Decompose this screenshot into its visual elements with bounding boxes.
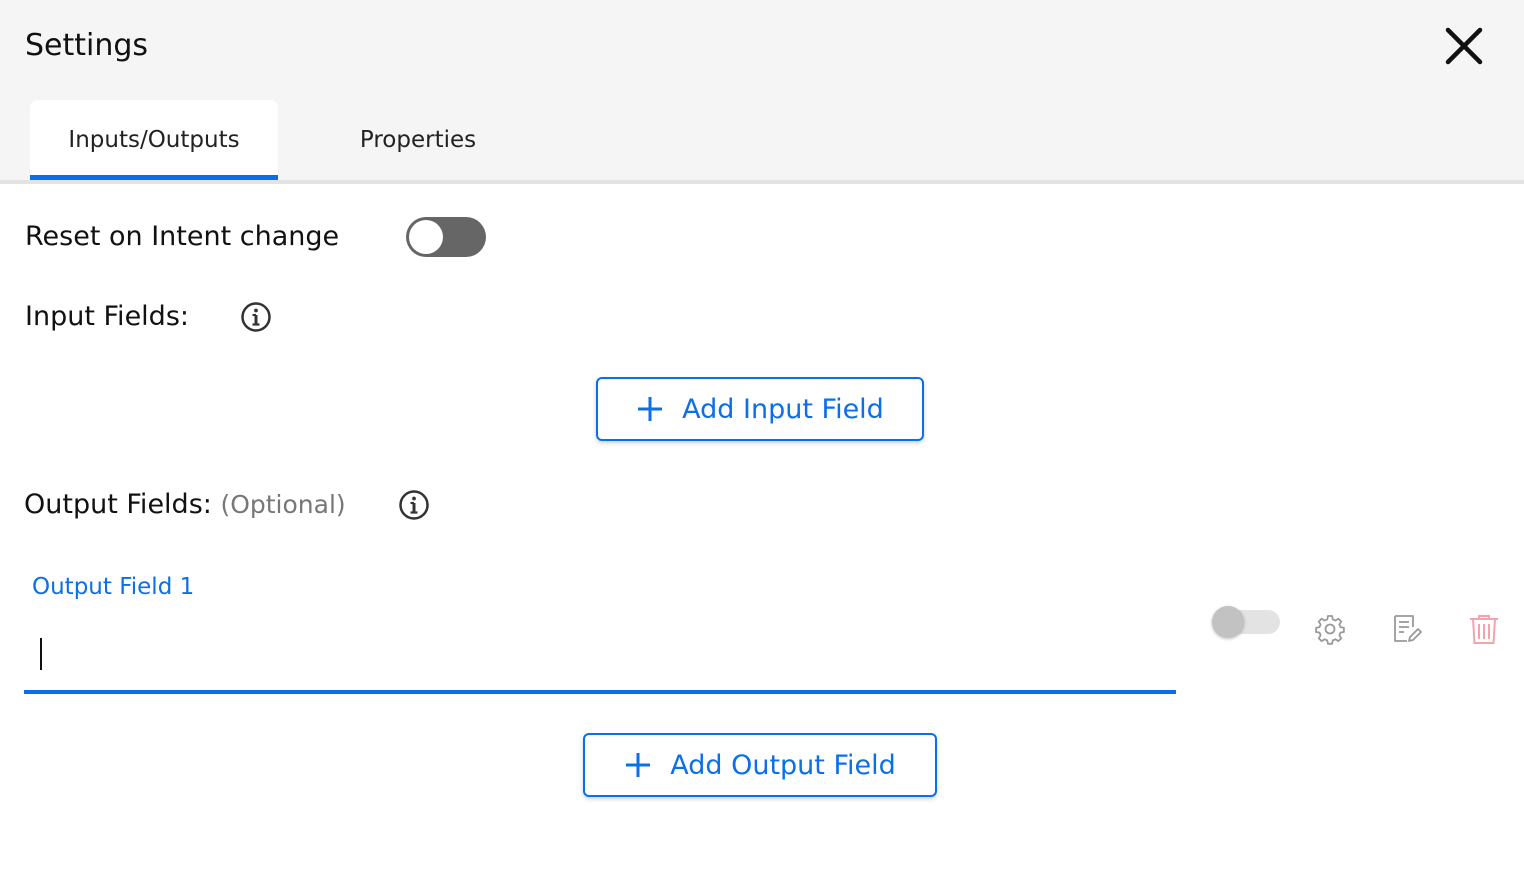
info-icon[interactable] [240,301,272,333]
tab-inputs-outputs[interactable]: Inputs/Outputs [30,100,278,180]
output-field-input[interactable] [24,618,1176,694]
output-fields-label: Output Fields: [24,489,212,520]
plus-icon [626,753,651,777]
active-tab-indicator [30,175,278,180]
optional-label: (Optional) [220,490,346,519]
reset-label: Reset on Intent change [25,221,340,252]
output-field-toggle[interactable] [1212,606,1280,638]
plus-icon [638,397,663,421]
close-button[interactable] [1440,22,1488,70]
gear-icon[interactable] [1313,612,1347,646]
add-input-field-label: Add Input Field [682,393,884,425]
input-fields-label: Input Fields: [25,301,189,332]
edit-note-icon[interactable] [1389,612,1423,646]
toggle-knob [409,220,443,254]
output-fields-heading: Output Fields: (Optional) [24,487,346,523]
toggle-knob [1212,606,1244,638]
add-output-field-button[interactable]: Add Output Field [583,733,937,797]
page-title: Settings [25,28,149,63]
tab-label: Properties [359,127,477,153]
reset-toggle[interactable] [406,217,486,257]
close-icon [1445,27,1483,65]
output-field-label: Output Field 1 [32,574,195,600]
trash-icon[interactable] [1467,612,1501,646]
add-input-field-button[interactable]: Add Input Field [596,377,924,441]
tab-label: Inputs/Outputs [68,127,240,153]
add-output-field-label: Add Output Field [670,749,896,781]
tab-properties[interactable]: Properties [330,100,506,180]
text-caret [40,638,42,670]
header-divider [0,180,1524,184]
info-icon[interactable] [398,489,430,521]
